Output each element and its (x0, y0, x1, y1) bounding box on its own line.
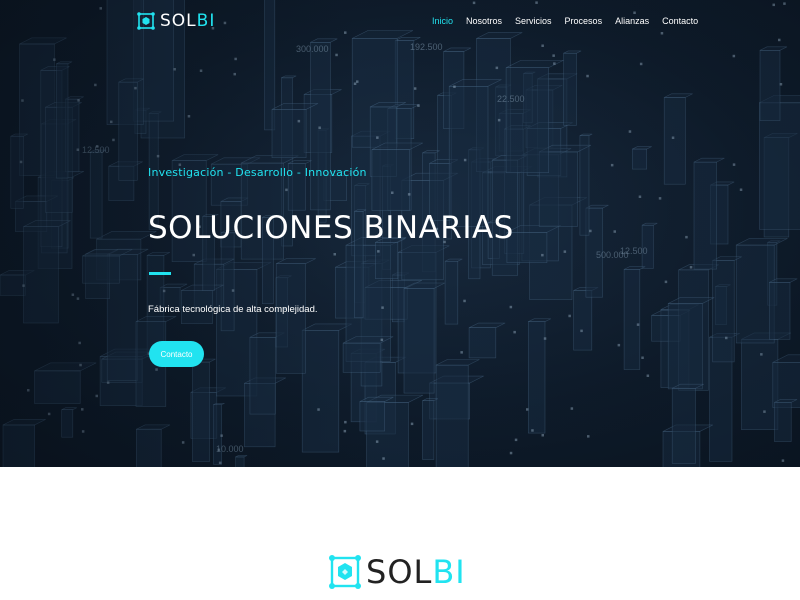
nav-item-servicios[interactable]: Servicios (515, 16, 552, 26)
contact-cta-button[interactable]: Contacto (149, 341, 204, 367)
solbi-logo-icon (137, 12, 155, 30)
footer-logo[interactable]: SOLBI (328, 553, 466, 591)
nav-menu: Inicio Nosotros Servicios Procesos Alian… (432, 16, 711, 26)
footer-brand-name: SOLBI (366, 556, 466, 588)
lower-section: SOLBI (0, 467, 800, 600)
brand-name-accent: BI (196, 11, 216, 31)
nav-item-inicio[interactable]: Inicio (432, 16, 453, 26)
nav-item-nosotros[interactable]: Nosotros (466, 16, 502, 26)
solbi-logo-icon (329, 555, 361, 589)
brand-name-main: SOL (160, 11, 197, 31)
nav-item-procesos[interactable]: Procesos (565, 16, 603, 26)
hero-subtitle: Fábrica tecnológica de alta complejidad. (148, 304, 318, 315)
footer-brand-accent: BI (432, 553, 466, 591)
hero-tagline: Investigación - Desarrollo - Innovación (148, 166, 367, 179)
nav-item-contacto[interactable]: Contacto (662, 16, 698, 26)
hero-title: SOLUCIONES BINARIAS (148, 210, 514, 246)
title-underline (149, 272, 171, 275)
footer-brand-main: SOL (366, 553, 433, 591)
nav-item-alianzas[interactable]: Alianzas (615, 16, 649, 26)
top-navbar: SOLBI Inicio Nosotros Servicios Procesos… (0, 0, 800, 44)
brand-logo[interactable]: SOLBI (136, 9, 215, 33)
brand-name: SOLBI (160, 11, 215, 31)
